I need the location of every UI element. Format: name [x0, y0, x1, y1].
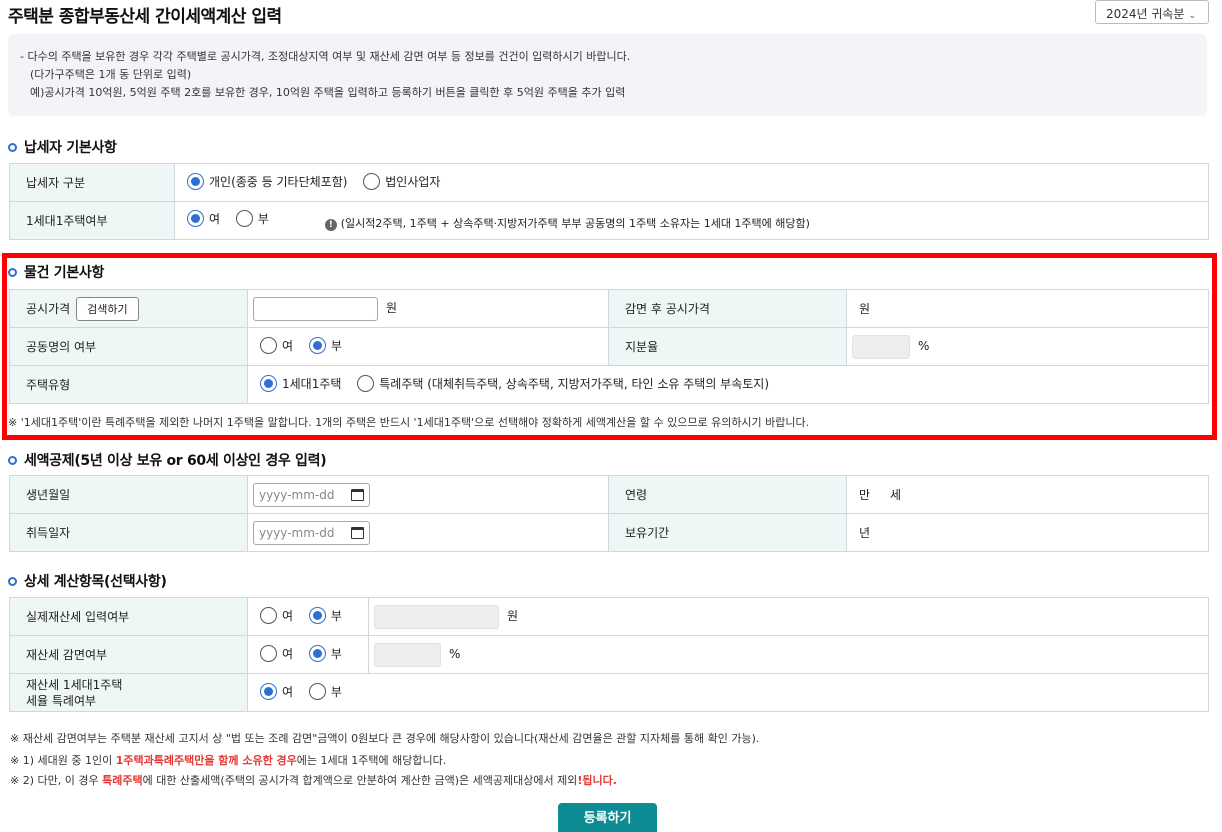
radio-label: 법인사업자: [385, 174, 441, 189]
radio-unchecked-icon: [260, 644, 277, 662]
note-text: 에는 1세대 1주택에 해당합니다.: [296, 754, 447, 767]
radio-actual-tax-no[interactable]: 부: [308, 606, 342, 624]
calendar-icon[interactable]: [351, 526, 364, 539]
actual-tax-label: 실제재산세 입력여부: [9, 597, 248, 636]
age-unit: 세: [890, 488, 902, 502]
radio-unchecked-icon: [308, 682, 326, 700]
year-select-value: 2024년 귀속분: [1106, 7, 1185, 21]
radio-checked-icon: [187, 172, 204, 190]
household-info: (일시적2주택, 1주택 + 상속주택·지방저가주택 부부 공동명의 1주택 소…: [340, 217, 810, 230]
holding-unit: 년: [859, 526, 871, 540]
detail-table: 실제재산세 입력여부 여 부 원 재산세 감면여부 여 부 % 재산세 1세대1…: [9, 597, 1209, 712]
deduction-table: 생년월일 yyyy-mm-dd 연령 만 세 취득일자 yyyy-mm-dd 보유…: [9, 475, 1209, 552]
section-title-text: 상세 계산항목(선택사항): [24, 574, 167, 590]
radio-household-no[interactable]: 부: [235, 210, 269, 227]
radio-household-yes[interactable]: 여: [187, 210, 220, 227]
radio-tax-reduce-yes[interactable]: 여: [260, 644, 294, 662]
notice-box: - 다수의 주택을 보유한 경우 각각 주택별로 공시가격, 조정대상지역 여부…: [8, 34, 1207, 116]
note-2: ※ 2) 다만, 이 경우 특례주택에 대한 산출세액(주택의 공시가격 합계액…: [10, 772, 617, 788]
tax-reduce-input[interactable]: [374, 642, 441, 667]
section-title-text: 납세자 기본사항: [24, 140, 117, 156]
radio-checked-icon: [308, 644, 326, 662]
note-tax-reduce: ※ 재산세 감면여부는 주택분 재산세 고지서 상 "법 또는 조례 감면"금액…: [10, 732, 760, 745]
radio-individual[interactable]: 개인(종중 등 기타단체포함): [187, 172, 348, 190]
tax-reduce-label: 재산세 감면여부: [9, 635, 248, 674]
radio-corporation[interactable]: 법인사업자: [363, 172, 441, 190]
bullet-icon: [8, 455, 17, 465]
radio-unchecked-icon: [260, 606, 277, 624]
notice-line-3: 예)공시가격 10억원, 5억원 주택 2호를 보유한 경우, 10억원 주택을…: [30, 86, 626, 99]
acquire-date-input[interactable]: yyyy-mm-dd: [253, 520, 370, 545]
section-title-text: 세액공제(5년 이상 보유 or 60세 이상인 경우 입력): [24, 453, 327, 469]
page-title: 주택분 종합부동산세 간이세액계산 입력: [8, 7, 282, 27]
radio-unchecked-icon: [363, 172, 381, 190]
notice-line-1: - 다수의 주택을 보유한 경우 각각 주택별로 공시가격, 조정대상지역 여부…: [20, 50, 631, 63]
register-button[interactable]: 등록하기: [558, 803, 657, 832]
note-text: ※ 2) 다만, 이 경우: [10, 774, 103, 787]
bullet-icon: [8, 142, 17, 152]
radio-checked-icon: [187, 210, 204, 227]
section-title-detail: 상세 계산항목(선택사항): [8, 571, 167, 591]
radio-label: 부: [330, 684, 342, 699]
tax-reduce-unit: %: [449, 647, 461, 661]
acquire-label: 취득일자: [9, 513, 248, 552]
age-label: 연령: [608, 475, 847, 514]
radio-checked-icon: [260, 682, 277, 700]
actual-tax-unit: 원: [507, 609, 519, 623]
radio-checked-icon: [308, 606, 326, 624]
year-select[interactable]: 2024년 귀속분 ⌄: [1095, 0, 1209, 24]
special-rate-label-line-1: 재산세 1세대1주택: [26, 677, 123, 692]
radio-label: 부: [257, 212, 269, 226]
section-title-deduction: 세액공제(5년 이상 보유 or 60세 이상인 경우 입력): [8, 450, 327, 470]
special-rate-label-line-2: 세율 특례여부: [26, 693, 97, 708]
note-highlight: !됩니다.: [577, 774, 617, 787]
radio-label: 여: [282, 684, 294, 699]
taxpayer-type-label: 납세자 구분: [9, 163, 175, 202]
highlight-box: [2, 253, 1217, 440]
radio-label: 개인(종중 등 기타단체포함): [209, 174, 348, 189]
note-highlight: 특례주택: [102, 774, 143, 787]
note-highlight: 1주택과특례주택만을 함께 소유한 경우: [115, 754, 297, 767]
actual-tax-input[interactable]: [374, 604, 499, 629]
special-rate-label: 재산세 1세대1주택 세율 특례여부: [9, 673, 248, 712]
radio-actual-tax-yes[interactable]: 여: [260, 606, 294, 624]
radio-label: 여: [209, 212, 221, 226]
radio-tax-reduce-no[interactable]: 부: [308, 644, 342, 662]
holding-label: 보유기간: [608, 513, 847, 552]
notice-line-2: (다가구주택은 1개 동 단위로 입력): [30, 68, 192, 81]
taxpayer-table: 납세자 구분 개인(종중 등 기타단체포함) 법인사업자 1세대1주택여부 여 …: [9, 163, 1209, 240]
household-label: 1세대1주택여부: [9, 201, 175, 240]
age-prefix: 만: [859, 488, 871, 502]
radio-unchecked-icon: [235, 210, 253, 227]
note-text: ※ 1) 세대원 중 1인이: [10, 754, 116, 767]
radio-label: 여: [282, 646, 294, 661]
radio-label: 여: [282, 608, 294, 623]
bullet-icon: [8, 576, 17, 586]
radio-special-rate-no[interactable]: 부: [308, 682, 342, 700]
section-title-taxpayer: 납세자 기본사항: [8, 137, 117, 157]
date-placeholder: yyyy-mm-dd: [259, 525, 335, 540]
calendar-icon[interactable]: [351, 488, 364, 501]
birth-label: 생년월일: [9, 475, 248, 514]
info-icon: !: [324, 219, 337, 231]
chevron-down-icon: ⌄: [1188, 11, 1197, 21]
radio-special-rate-yes[interactable]: 여: [260, 682, 294, 700]
date-placeholder: yyyy-mm-dd: [259, 487, 335, 502]
radio-label: 부: [330, 646, 342, 661]
note-text: 에 대한 산출세액(주택의 공시가격 합계액으로 안분하여 계산한 금액)은 세…: [142, 774, 578, 787]
birth-date-input[interactable]: yyyy-mm-dd: [253, 482, 370, 507]
radio-label: 부: [330, 608, 342, 623]
note-1: ※ 1) 세대원 중 1인이 1주택과특례주택만을 함께 소유한 경우에는 1세…: [10, 752, 446, 768]
